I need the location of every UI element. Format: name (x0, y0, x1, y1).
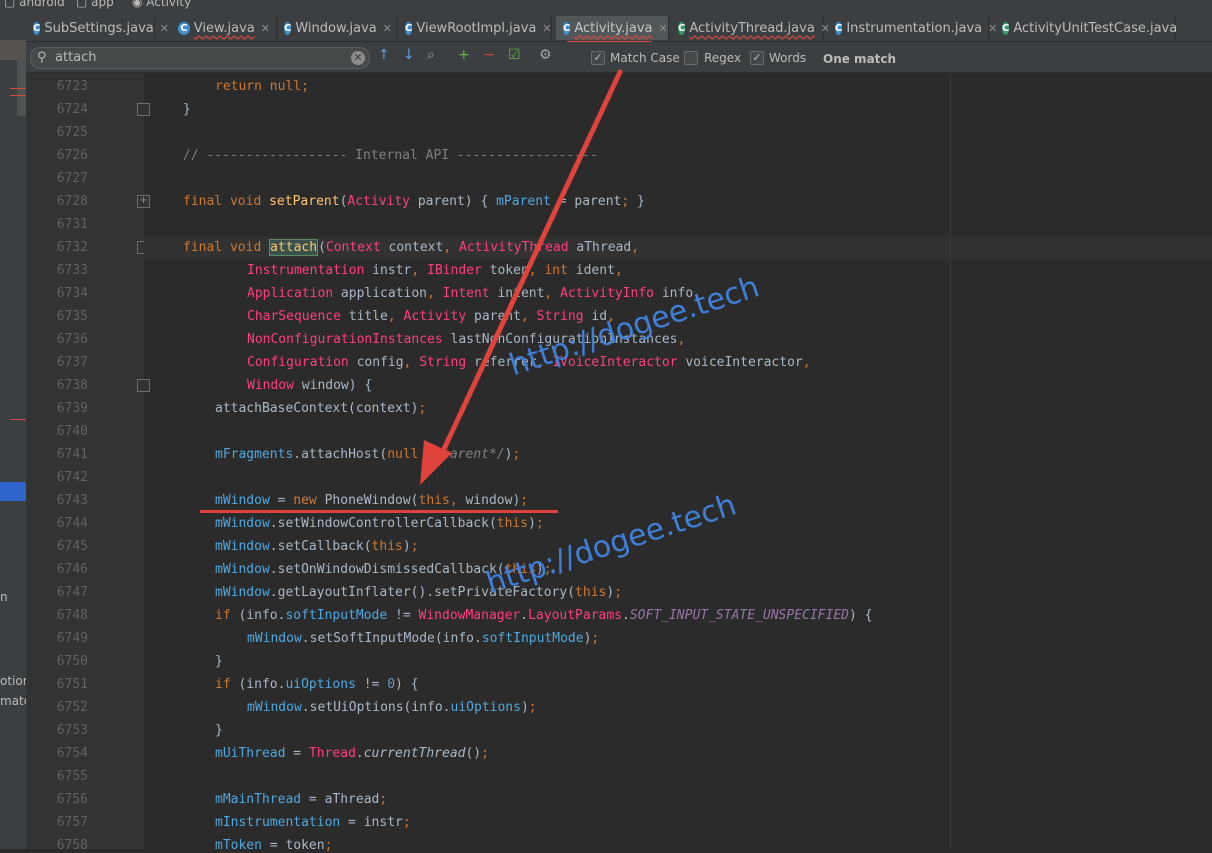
annotation-arrow (420, 69, 623, 485)
